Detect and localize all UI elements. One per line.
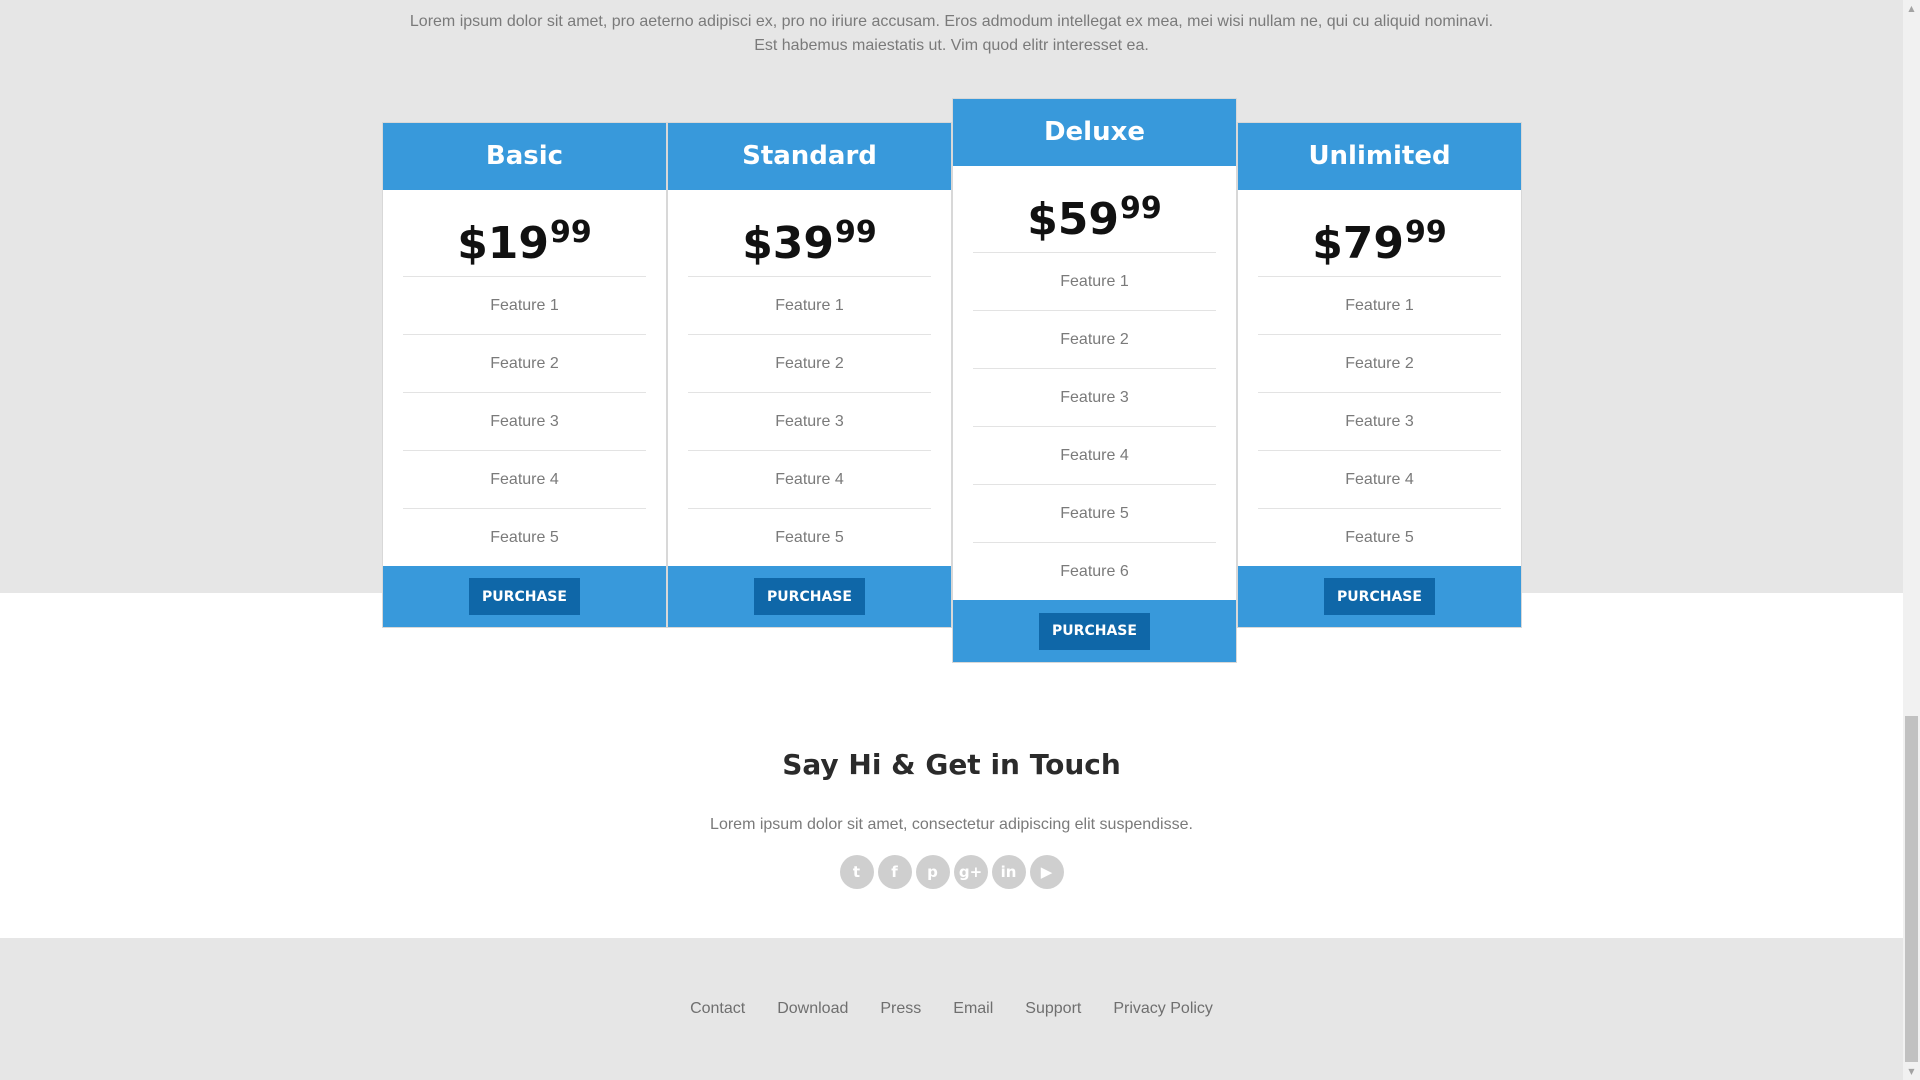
scrollbar-thumb[interactable] (1905, 716, 1918, 1062)
feature-item: Feature 2 (403, 335, 646, 393)
feature-item: Feature 1 (688, 277, 931, 335)
price-cents: 99 (1405, 215, 1447, 250)
price-cents: 99 (550, 215, 592, 250)
pricing-card-deluxe: Deluxe $5999 Feature 1 Feature 2 Feature… (953, 99, 1236, 662)
feature-item: Feature 1 (973, 253, 1216, 311)
page: Lorem ipsum dolor sit amet, pro aeterno … (0, 0, 1903, 1080)
pricing-intro: Lorem ipsum dolor sit amet, pro aeterno … (0, 10, 1903, 58)
feature-item: Feature 5 (490, 529, 559, 546)
footer-link-contact[interactable]: Contact (690, 1000, 745, 1018)
footer-link-privacy-policy[interactable]: Privacy Policy (1113, 1000, 1213, 1018)
google-plus-icon[interactable]: g+ (953, 855, 988, 889)
plan-name: Basic (383, 123, 666, 190)
feature-item: Feature 3 (1258, 393, 1501, 451)
feature-item: Feature 3 (403, 393, 646, 451)
feature-item: Feature 3 (973, 369, 1216, 427)
feature-item: Feature 1 (403, 277, 646, 335)
feature-item: Feature 4 (403, 451, 646, 509)
feature-list: Feature 1 Feature 2 Feature 3 Feature 4 … (383, 277, 666, 566)
feature-item: Feature 4 (1258, 451, 1501, 509)
plan-price: $1999 (403, 190, 646, 277)
youtube-icon[interactable]: ▶ (1029, 855, 1064, 889)
footer-link-email[interactable]: Email (953, 1000, 993, 1018)
price-cents: 99 (1120, 191, 1162, 226)
plan-name: Standard (668, 123, 951, 190)
price-dollars: $39 (742, 218, 835, 269)
scroll-up-arrow-icon[interactable]: ▲ (1903, 0, 1920, 17)
footer-link-download[interactable]: Download (777, 1000, 848, 1018)
card-footer: PURCHASE (668, 566, 951, 627)
feature-item: Feature 5 (1345, 529, 1414, 546)
facebook-icon[interactable]: f (877, 855, 912, 889)
scroll-down-arrow-icon[interactable]: ▼ (1903, 1063, 1920, 1080)
feature-item: Feature 2 (973, 311, 1216, 369)
feature-list: Feature 1 Feature 2 Feature 3 Feature 4 … (668, 277, 951, 566)
plan-price: $7999 (1258, 190, 1501, 277)
plan-price: $3999 (688, 190, 931, 277)
linkedin-icon[interactable]: in (991, 855, 1026, 889)
card-footer: PURCHASE (1238, 566, 1521, 627)
feature-list: Feature 1 Feature 2 Feature 3 Feature 4 … (953, 253, 1236, 600)
feature-item: Feature 5 (775, 529, 844, 546)
pricing-section: Lorem ipsum dolor sit amet, pro aeterno … (0, 0, 1903, 593)
price-dollars: $59 (1027, 194, 1120, 245)
feature-item: Feature 6 (1060, 563, 1129, 580)
plan-name: Unlimited (1238, 123, 1521, 190)
social-links: t f p g+ in ▶ (0, 855, 1903, 889)
pinterest-icon[interactable]: p (915, 855, 950, 889)
feature-item: Feature 3 (688, 393, 931, 451)
price-dollars: $19 (457, 218, 550, 269)
pricing-card-standard: Standard $3999 Feature 1 Feature 2 Featu… (668, 123, 951, 627)
pricing-card-basic: Basic $1999 Feature 1 Feature 2 Feature … (383, 123, 666, 627)
contact-subtitle: Lorem ipsum dolor sit amet, consectetur … (710, 816, 1193, 833)
twitter-icon[interactable]: t (839, 855, 874, 889)
footer-link-support[interactable]: Support (1025, 1000, 1081, 1018)
intro-line-1: Lorem ipsum dolor sit amet, pro aeterno … (409, 13, 1494, 30)
intro-line-2: Est habemus maiestatis ut. Vim quod elit… (754, 37, 1149, 54)
vertical-scrollbar[interactable]: ▲ ▼ (1903, 0, 1920, 1080)
footer-nav: Contact Download Press Email Support Pri… (0, 1000, 1903, 1018)
purchase-button-deluxe[interactable]: PURCHASE (1039, 612, 1150, 650)
plan-name: Deluxe (953, 99, 1236, 166)
feature-list: Feature 1 Feature 2 Feature 3 Feature 4 … (1238, 277, 1521, 566)
price-cents: 99 (835, 215, 877, 250)
feature-item: Feature 4 (973, 427, 1216, 485)
feature-item: Feature 2 (688, 335, 931, 393)
plan-price: $5999 (973, 166, 1216, 253)
pricing-card-unlimited: Unlimited $7999 Feature 1 Feature 2 Feat… (1238, 123, 1521, 627)
footer-link-press[interactable]: Press (880, 1000, 921, 1018)
price-dollars: $79 (1312, 218, 1405, 269)
site-footer: Contact Download Press Email Support Pri… (0, 938, 1903, 1080)
card-footer: PURCHASE (953, 600, 1236, 662)
card-footer: PURCHASE (383, 566, 666, 627)
feature-item: Feature 2 (1258, 335, 1501, 393)
purchase-button-standard[interactable]: PURCHASE (754, 578, 865, 615)
contact-title: Say Hi & Get in Touch (782, 748, 1121, 781)
purchase-button-unlimited[interactable]: PURCHASE (1324, 578, 1435, 615)
feature-item: Feature 1 (1258, 277, 1501, 335)
purchase-button-basic[interactable]: PURCHASE (469, 578, 580, 615)
feature-item: Feature 5 (973, 485, 1216, 543)
feature-item: Feature 4 (688, 451, 931, 509)
